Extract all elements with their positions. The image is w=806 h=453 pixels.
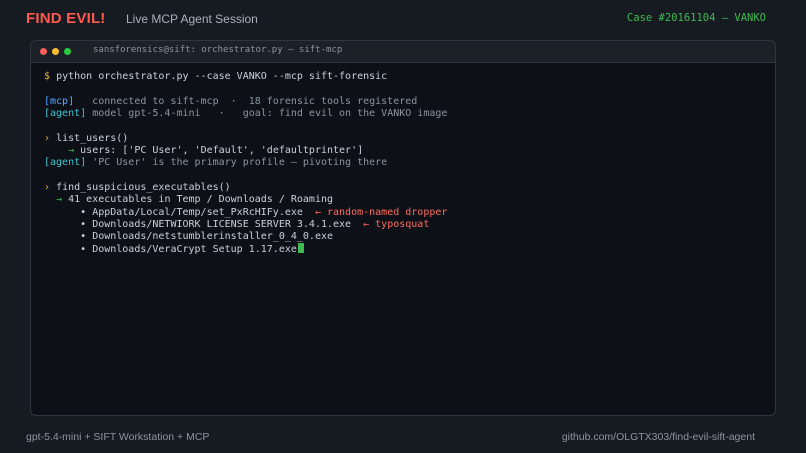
tool-call-text: find_suspicious_executables() xyxy=(56,182,231,193)
tech-stack-label: gpt-5.4-mini + SIFT Workstation + MCP xyxy=(26,431,210,443)
finding-note: ← random-named dropper xyxy=(314,207,448,218)
agent-reasoning-text: 'PC User' is the primary profile — pivot… xyxy=(92,157,388,168)
shell-prompt: $ xyxy=(44,71,51,82)
bullet-icon: • xyxy=(80,231,87,242)
maximize-window-dot-icon[interactable] xyxy=(64,48,71,55)
terminal-title: sansforensics@sift: orchestrator.py — si… xyxy=(93,45,343,55)
tool-result-line: → users: ['PC User', 'Default', 'default… xyxy=(44,145,363,157)
agent-status-text: model gpt-5.4-mini · goal: find evil on … xyxy=(92,108,448,119)
tool-result-line: → 41 executables in Temp / Downloads / R… xyxy=(44,194,333,206)
command-text: python orchestrator.py --case VANKO --mc… xyxy=(56,71,388,82)
tool-call-line: › find_suspicious_executables() xyxy=(44,182,231,194)
text-cursor xyxy=(297,243,304,253)
list-item: • Downloads/NETWIORK LICENSE SERVER 3.4.… xyxy=(44,219,429,231)
bullet-icon: • xyxy=(80,244,87,255)
file-path: Downloads/VeraCrypt Setup 1.17.exe xyxy=(92,244,297,255)
command-line: $ python orchestrator.py --case VANKO --… xyxy=(44,71,387,83)
close-window-dot-icon[interactable] xyxy=(40,48,47,55)
agent-tag: [agent] xyxy=(44,108,87,119)
agent-status-line: [agent] model gpt-5.4-mini · goal: find … xyxy=(44,108,447,120)
top-bar: FIND EVIL! Live MCP Agent Session Case #… xyxy=(0,0,806,40)
tool-result-text: 41 executables in Temp / Downloads / Roa… xyxy=(68,194,334,205)
mcp-tag: [mcp] xyxy=(44,96,75,107)
result-arrow-icon: → xyxy=(68,145,75,156)
brand-title: FIND EVIL! xyxy=(26,10,106,27)
chevron-icon: › xyxy=(44,182,51,193)
result-arrow-icon: → xyxy=(56,194,63,205)
session-title: Live MCP Agent Session xyxy=(126,12,258,26)
file-path: Downloads/NETWIORK LICENSE SERVER 3.4.1.… xyxy=(92,219,352,230)
terminal-titlebar[interactable]: sansforensics@sift: orchestrator.py — si… xyxy=(31,41,775,63)
agent-reasoning-line: [agent] 'PC User' is the primary profile… xyxy=(44,157,387,169)
agent-tag: [agent] xyxy=(44,157,87,168)
list-item: • AppData/Local/Temp/set_PxRcHIFy.exe ← … xyxy=(44,207,447,219)
chevron-icon: › xyxy=(44,133,51,144)
repo-link[interactable]: github.com/OLGTX303/find-evil-sift-agent xyxy=(562,431,755,443)
tool-call-text: list_users() xyxy=(56,133,129,144)
mcp-status-text: connected to sift-mcp · 18 forensic tool… xyxy=(92,96,418,107)
terminal-window[interactable]: sansforensics@sift: orchestrator.py — si… xyxy=(30,40,776,416)
bullet-icon: • xyxy=(80,219,87,230)
tool-result-text: users: ['PC User', 'Default', 'defaultpr… xyxy=(80,145,364,156)
case-id: Case #20161104 — VANKO xyxy=(626,12,766,24)
file-path: Downloads/netstumblerinstaller_0_4_0.exe xyxy=(92,231,334,242)
tool-call-line: › list_users() xyxy=(44,133,128,145)
file-path: AppData/Local/Temp/set_PxRcHIFy.exe xyxy=(92,207,303,218)
bullet-icon: • xyxy=(80,207,87,218)
list-item: • Downloads/VeraCrypt Setup 1.17.exe xyxy=(44,243,304,256)
list-item: • Downloads/netstumblerinstaller_0_4_0.e… xyxy=(44,231,333,243)
minimize-window-dot-icon[interactable] xyxy=(52,48,59,55)
mcp-status-line: [mcp] connected to sift-mcp · 18 forensi… xyxy=(44,96,417,108)
finding-note: ← typosquat xyxy=(363,219,430,230)
